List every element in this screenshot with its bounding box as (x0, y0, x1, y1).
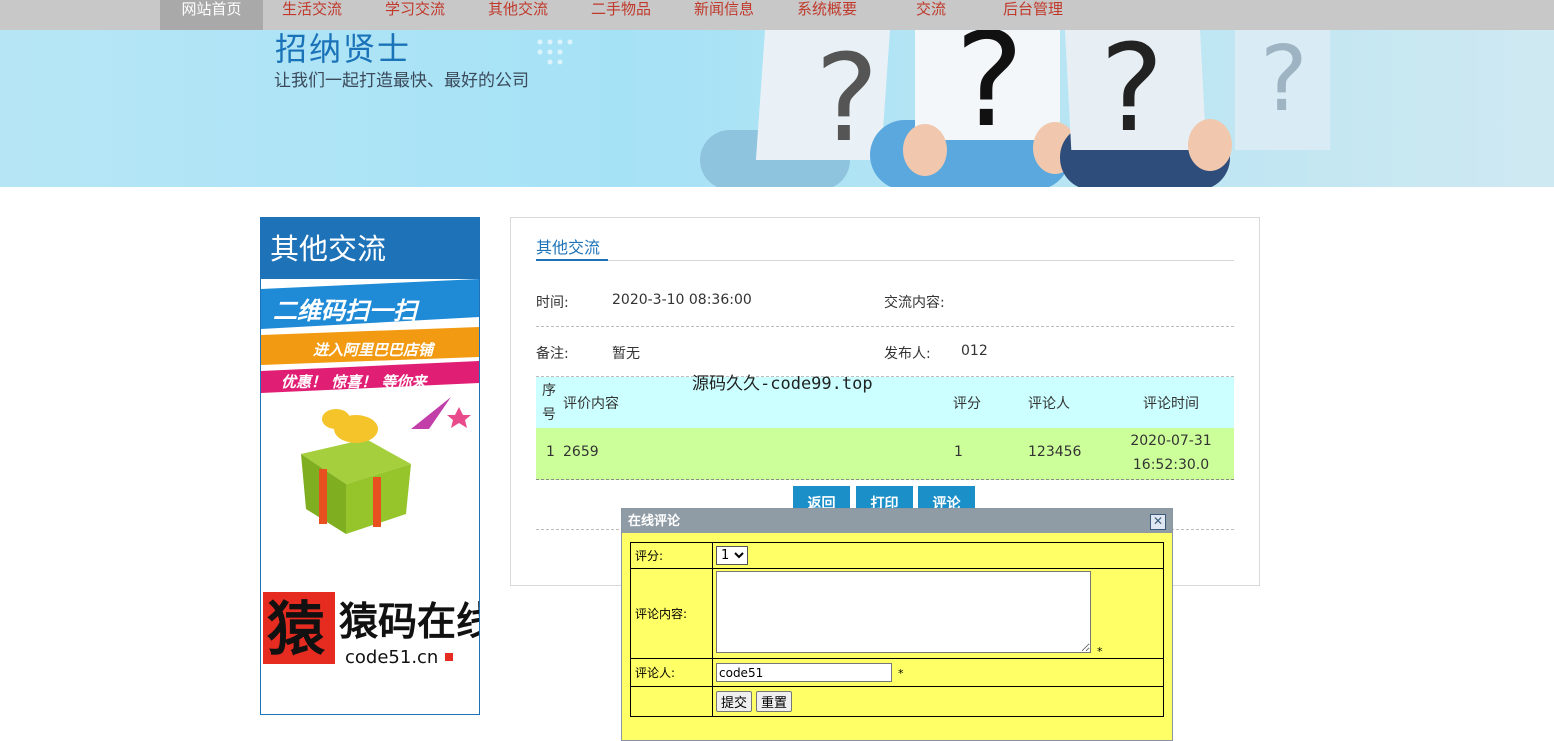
time-label: 时间: (536, 295, 569, 311)
reset-button[interactable]: 重置 (756, 691, 793, 712)
nav-item-other[interactable]: 其他交流 (488, 0, 548, 30)
nav-item-home[interactable]: 网站首页 (160, 0, 263, 33)
score-label: 评分: (630, 542, 713, 569)
svg-text:?: ? (815, 30, 879, 169)
sidebar: 其他交流 二维码扫一扫 进入阿里巴巴店铺 优惠！ 惊喜！ 等你来 猿 猿码在线 … (260, 217, 480, 715)
remark-label: 备注: (536, 346, 569, 362)
ad-line1: 二维码扫一扫 (273, 297, 420, 325)
nav-item-second-hand[interactable]: 二手物品 (591, 0, 651, 30)
required-mark: * (1097, 645, 1103, 658)
row-author: 123456 (1028, 444, 1082, 460)
ad-line2: 进入阿里巴巴店铺 (313, 341, 436, 359)
svg-text:?: ? (955, 30, 1024, 156)
banner-title: 招纳贤士 (275, 30, 412, 68)
divider (536, 326, 1234, 327)
top-nav: 网站首页 生活交流 学习交流 其他交流 二手物品 新闻信息 系统概要 交流 后台… (0, 0, 1554, 33)
header-content: 评价内容 (563, 396, 619, 412)
ad-line3: 优惠！ 惊喜！ 等你来 (281, 373, 428, 391)
header-score: 评分 (953, 396, 981, 412)
banner-subtitle: 让我们一起打造最快、最好的公司 (274, 71, 529, 91)
header-index: 序号 (542, 383, 556, 423)
comment-textarea[interactable] (716, 571, 1091, 653)
comments-table-header: 序号 评价内容 评分 评论人 评论时间 (536, 377, 1234, 428)
header-author: 评论人 (1028, 396, 1070, 412)
publisher-value: 012 (961, 343, 988, 359)
nav-item-study[interactable]: 学习交流 (385, 0, 445, 30)
svg-text:?: ? (1260, 30, 1308, 132)
nav-item-life[interactable]: 生活交流 (282, 0, 342, 30)
title-underline (536, 259, 608, 261)
ad-logo-text: 猿码在线 (339, 599, 479, 645)
nav-item-admin[interactable]: 后台管理 (1003, 0, 1063, 30)
time-value: 2020-3-10 08:36:00 (612, 292, 752, 308)
publisher-label: 发布人: (884, 346, 931, 362)
banner: 招纳贤士 让我们一起打造最快、最好的公司 ? ? ? ? (0, 30, 1554, 187)
title-divider (536, 260, 1234, 261)
remark-value: 暂无 (612, 346, 640, 362)
online-comment-dialog: 在线评论 ✕ 评分: 1 评论内容: * 评论人: * 提 (621, 508, 1173, 741)
dialog-title: 在线评论 (628, 514, 681, 529)
nav-item-system[interactable]: 系统概要 (797, 0, 857, 30)
person-input[interactable] (716, 663, 892, 682)
gift-box-icon (301, 397, 471, 534)
header-time: 评论时间 (1143, 396, 1199, 412)
svg-text:?: ? (1100, 30, 1164, 159)
dialog-titlebar[interactable]: 在线评论 ✕ (622, 509, 1172, 533)
score-select[interactable]: 1 (716, 546, 748, 565)
required-mark: * (898, 666, 904, 680)
empty-cell (630, 686, 713, 717)
row-time: 2020-07-31 16:52:30.0 (1130, 433, 1212, 473)
qr-ad-banner[interactable]: 二维码扫一扫 进入阿里巴巴店铺 优惠！ 惊喜！ 等你来 猿 猿码在线 code5… (261, 279, 479, 714)
row-content: 2659 (563, 444, 599, 460)
row-score: 1 (954, 444, 963, 460)
close-icon[interactable]: ✕ (1150, 514, 1166, 530)
nav-item-news[interactable]: 新闻信息 (694, 0, 754, 30)
svg-text:猿: 猿 (267, 595, 326, 663)
comment-form: 评分: 1 评论内容: * 评论人: * 提交重置 (630, 542, 1164, 717)
banner-people-illustration: ? ? ? ? (537, 30, 1330, 187)
ad-logo-url: code51.cn (345, 647, 438, 668)
row-index: 1 (546, 444, 555, 460)
sidebar-title: 其他交流 (261, 218, 479, 279)
content-label: 交流内容: (884, 295, 945, 311)
person-label: 评论人: (630, 658, 713, 687)
nav-item-exchange[interactable]: 交流 (916, 0, 946, 30)
table-row: 1 2659 1 123456 2020-07-31 16:52:30.0 (536, 428, 1234, 480)
watermark-text: 源码久久-code99.top (692, 374, 873, 394)
content-label: 评论内容: (630, 568, 713, 659)
submit-button[interactable]: 提交 (716, 691, 753, 712)
section-title: 其他交流 (536, 238, 601, 257)
